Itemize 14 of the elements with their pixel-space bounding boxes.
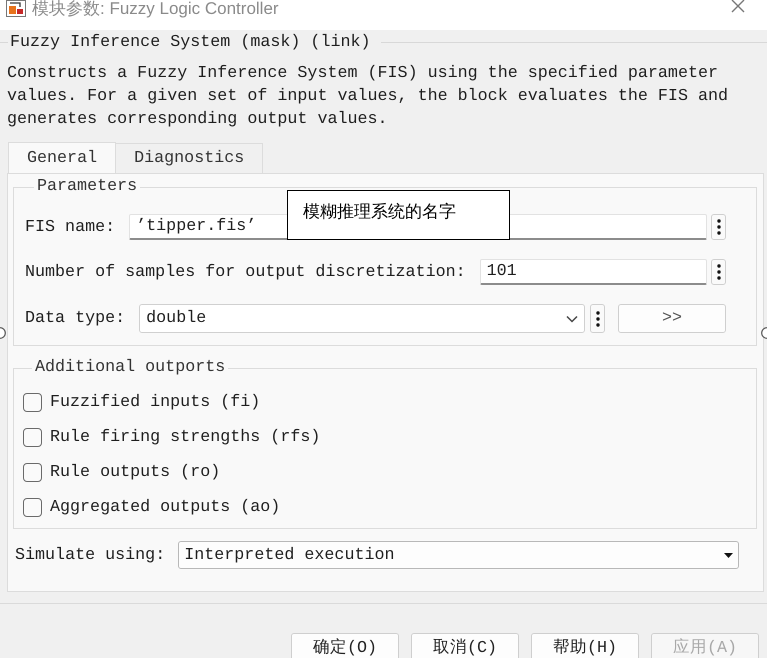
checkbox-label: Rule firing strengths (rfs) <box>50 428 320 447</box>
checkbox-label: Aggregated outputs (ao) <box>50 498 280 517</box>
checkbox-label: Fuzzified inputs (fi) <box>50 393 260 412</box>
group-title: Additional outports <box>34 358 226 378</box>
mask-title: Fuzzy Inference System (mask) (link) <box>9 32 371 52</box>
field-label: FIS name: <box>25 218 116 236</box>
field-label: Simulate using: <box>15 546 166 564</box>
checkbox-label: Rule outputs (ro) <box>50 463 220 482</box>
description-text: Constructs a Fuzzy Inference System (FIS) using the specified parameter values. For a given set of input values, the block evaluates the FIS and generates corresponding output values. <box>7 63 730 131</box>
group-title: Parameters <box>36 177 138 197</box>
tooltip: 模糊推理系统的名字 <box>287 190 510 240</box>
field-label: Number of samples for output discretization: <box>25 262 466 282</box>
window-title: 模块参数: Fuzzy Logic Controller <box>32 0 279 17</box>
field-label: Data type: <box>25 309 126 328</box>
